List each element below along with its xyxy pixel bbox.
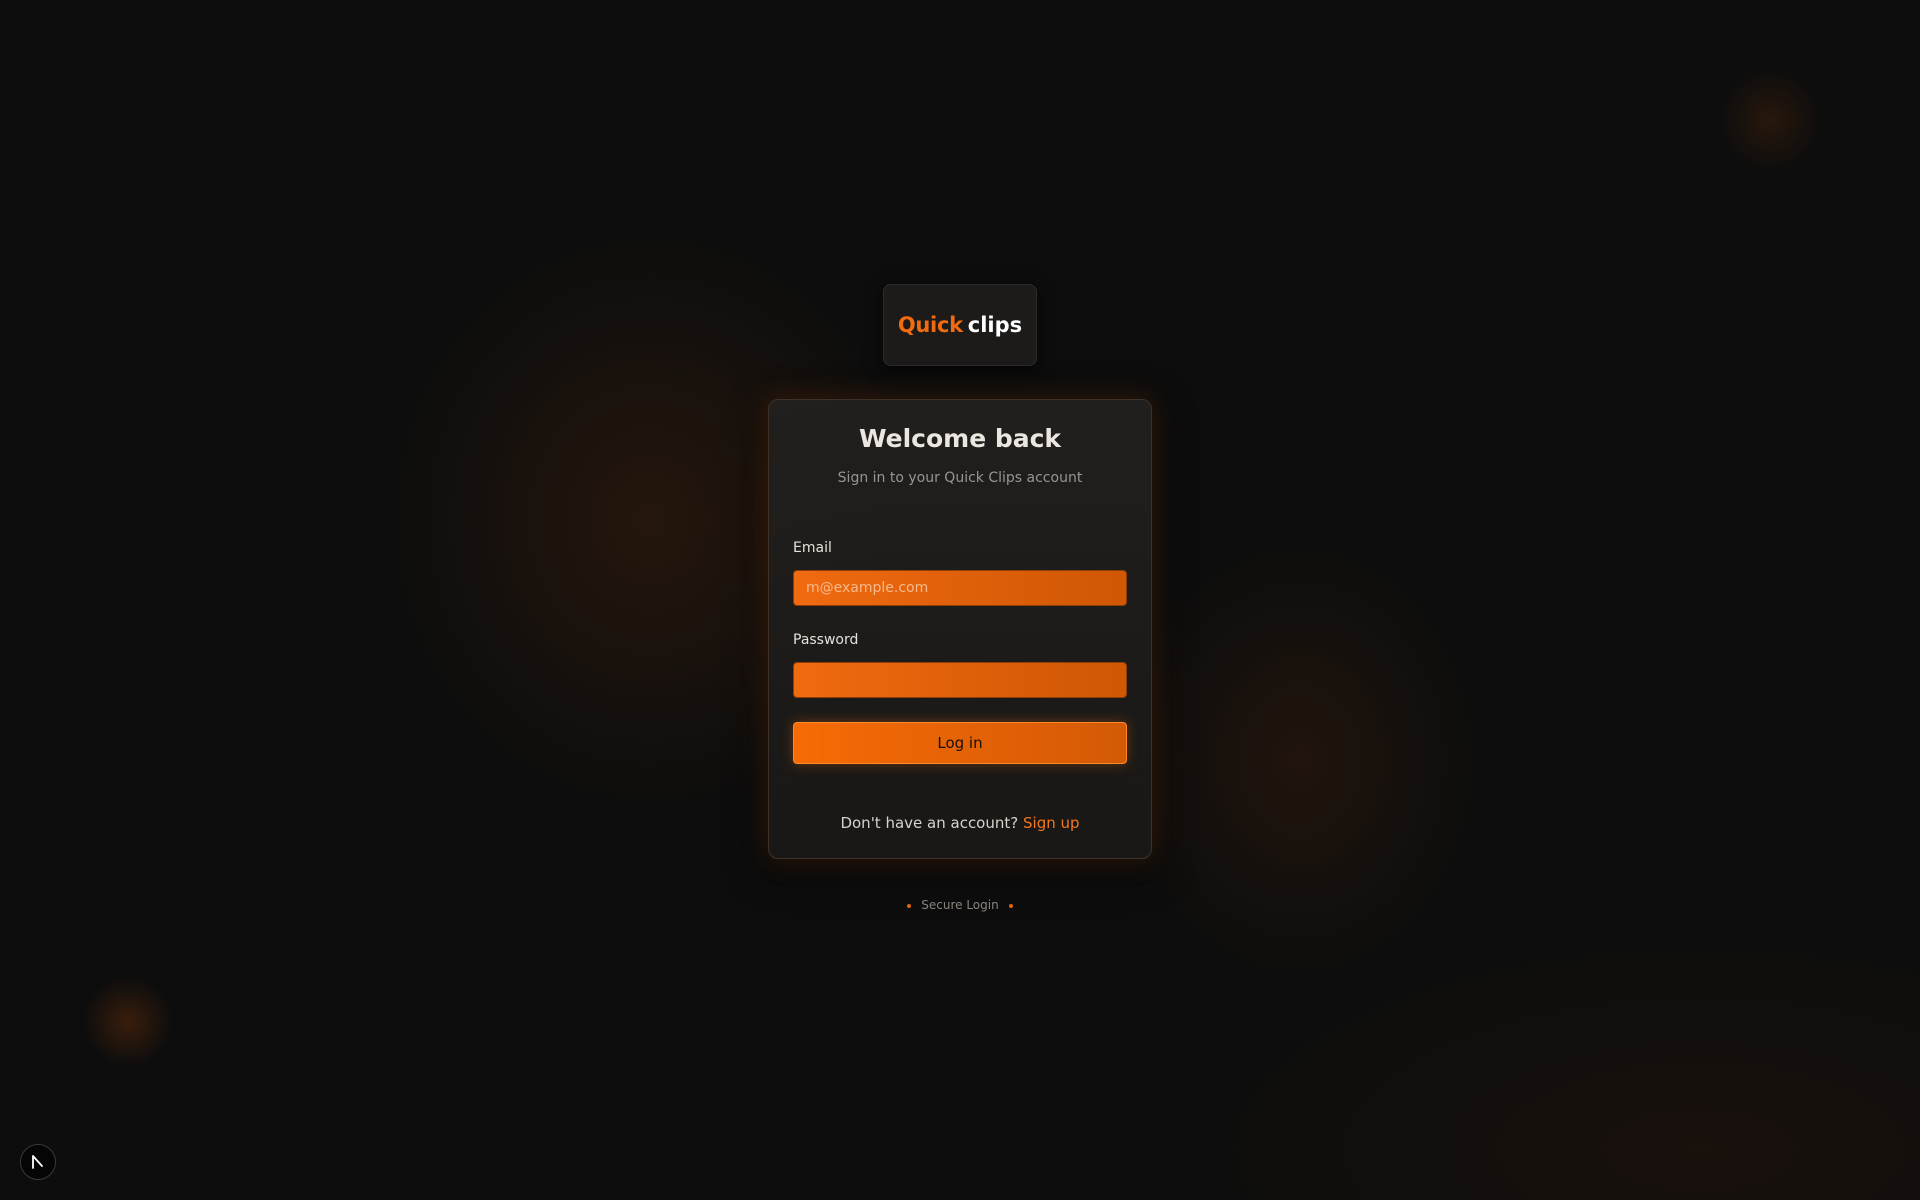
cursor-arrow-icon	[32, 1155, 43, 1169]
cursor-toggle-button[interactable]	[20, 1144, 56, 1180]
signup-prompt: Don't have an account?	[840, 814, 1019, 832]
logo-quick-text: Quick	[897, 313, 963, 337]
email-field[interactable]	[793, 570, 1127, 606]
page-subtitle: Sign in to your Quick Clips account	[837, 470, 1083, 486]
login-card: Welcome back Sign in to your Quick Clips…	[768, 399, 1152, 859]
app-logo: Quick clips	[883, 284, 1037, 366]
logo-clips-text: clips	[967, 313, 1023, 337]
dot-icon	[1008, 903, 1013, 908]
signup-link[interactable]: Sign up	[1023, 814, 1080, 832]
email-label: Email	[793, 540, 832, 556]
login-button[interactable]: Log in	[793, 722, 1127, 764]
password-label: Password	[793, 632, 859, 648]
secure-login-badge: Secure Login	[0, 898, 1920, 912]
signup-row: Don't have an account? Sign up	[769, 814, 1151, 832]
dot-icon	[907, 903, 912, 908]
secure-login-label: Secure Login	[921, 898, 999, 912]
login-page: Quick clips Welcome back Sign in to your…	[0, 0, 1920, 1200]
password-field[interactable]	[793, 662, 1127, 698]
page-title: Welcome back	[858, 424, 1062, 453]
